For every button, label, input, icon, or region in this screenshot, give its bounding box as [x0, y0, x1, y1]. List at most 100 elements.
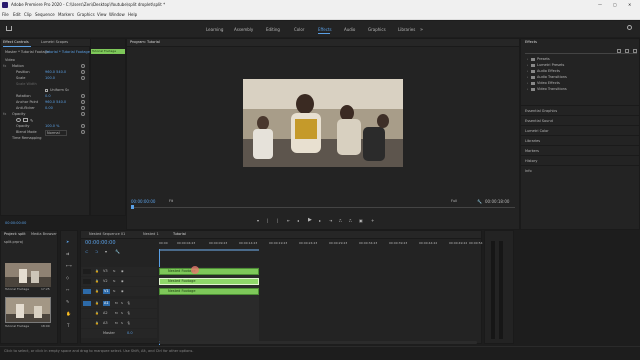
reset-icon[interactable]: [81, 76, 85, 80]
solo-button[interactable]: S: [121, 301, 123, 306]
fx-value[interactable]: 100.0: [45, 76, 55, 81]
mini-clip-bar[interactable]: Tutorial Footage: [91, 49, 125, 54]
track-header-a2[interactable]: 🔒 A2 M S 🎙: [81, 309, 157, 318]
track-header-master[interactable]: Master 0.0: [81, 329, 157, 338]
fx-value[interactable]: 100.0 %: [45, 124, 59, 129]
effect-controls-timecode[interactable]: 00:00:00:00: [5, 221, 26, 226]
tab-lumetri-scopes[interactable]: Lumetri Scopes: [41, 40, 68, 45]
source-patch-v1[interactable]: [83, 289, 91, 294]
workspace-editing[interactable]: Editing: [266, 27, 280, 32]
program-scrub-bar[interactable]: [131, 207, 515, 208]
timeline-ruler[interactable]: 00:00 00:00:04:23 00:00:09:23 00:00:14:2…: [159, 241, 482, 255]
rectangle-mask-icon[interactable]: [23, 118, 28, 122]
project-item[interactable]: [5, 263, 51, 287]
workspace-color[interactable]: Color: [294, 27, 304, 32]
track-header-v3[interactable]: 🔒 V3 ⇆ ◉: [81, 267, 157, 276]
master-clip-label[interactable]: Master * Tutorial Footage: [5, 50, 49, 55]
clip-v1[interactable]: Nested Footage: [159, 288, 259, 295]
accelerated-effects-icon[interactable]: [617, 49, 621, 53]
master-value[interactable]: 0.0: [127, 331, 133, 336]
mic-icon[interactable]: 🎙: [127, 301, 131, 306]
search-icon[interactable]: [627, 25, 632, 30]
settings-wrench-icon[interactable]: 🔧: [115, 249, 120, 254]
program-video-frame[interactable]: [243, 79, 403, 167]
ripple-edit-tool-icon[interactable]: ⟷: [66, 263, 72, 268]
workspace-assembly[interactable]: Assembly: [234, 27, 253, 32]
menu-file[interactable]: File: [2, 12, 9, 17]
section-essential-sound[interactable]: Essential Sound: [521, 115, 639, 125]
reset-icon[interactable]: [81, 94, 85, 98]
work-area-bar[interactable]: [159, 249, 259, 251]
workspace-libraries[interactable]: Libraries: [398, 27, 415, 32]
tab-tutorial[interactable]: Tutorial: [173, 232, 186, 237]
lock-icon[interactable]: 🔒: [95, 321, 99, 326]
menu-edit[interactable]: Edit: [13, 12, 21, 17]
timeline-scrollbar[interactable]: [159, 341, 477, 344]
program-timecode[interactable]: 00:00:00:00: [131, 199, 155, 204]
quality-select[interactable]: Full: [451, 199, 457, 204]
play-icon[interactable]: ▶: [308, 218, 312, 223]
tab-project[interactable]: Project: split: [4, 232, 26, 237]
menu-markers[interactable]: Markers: [58, 12, 74, 17]
hand-tool-icon[interactable]: ✋: [66, 311, 71, 316]
tab-effect-controls[interactable]: Effect Controls: [3, 40, 29, 45]
fx-value[interactable]: 0.0: [45, 94, 51, 99]
reset-icon[interactable]: [81, 130, 85, 134]
maximize-button[interactable]: ▢: [613, 2, 617, 7]
export-frame-icon[interactable]: ▣: [359, 218, 363, 223]
section-libraries[interactable]: Libraries: [521, 135, 639, 145]
go-to-in-icon[interactable]: |: [277, 218, 278, 223]
project-item[interactable]: [5, 297, 51, 323]
section-markers[interactable]: Markers: [521, 145, 639, 155]
zoom-select[interactable]: Fit: [169, 199, 173, 204]
source-patch-a1[interactable]: [83, 301, 91, 306]
eye-icon[interactable]: ◉: [121, 289, 124, 294]
workspace-effects[interactable]: Effects: [318, 27, 332, 32]
source-patch[interactable]: [83, 279, 91, 284]
menu-window[interactable]: Window: [109, 12, 125, 17]
step-back-icon[interactable]: ◂: [297, 218, 299, 223]
mute-button[interactable]: M: [115, 321, 118, 326]
lift-icon[interactable]: ⎍: [339, 218, 342, 223]
track-header-a3[interactable]: 🔒 A3 M S 🎙: [81, 319, 157, 328]
clip-v3[interactable]: Nested Footage: [159, 268, 259, 275]
sequence-clip-label[interactable]: Tutorial * Tutorial Footage: [45, 50, 90, 55]
lock-icon[interactable]: 🔒: [95, 289, 99, 294]
type-tool-icon[interactable]: T: [67, 323, 69, 328]
mic-icon[interactable]: 🎙: [127, 311, 131, 316]
mute-button[interactable]: M: [115, 311, 118, 316]
menu-view[interactable]: View: [97, 12, 107, 17]
program-playhead[interactable]: [131, 205, 134, 209]
workspace-graphics[interactable]: Graphics: [368, 27, 386, 32]
tab-nested-1[interactable]: Nested 1: [143, 232, 159, 237]
menu-graphics[interactable]: Graphics: [77, 12, 95, 17]
reset-icon[interactable]: [81, 100, 85, 104]
pen-mask-icon[interactable]: ✎: [30, 118, 33, 123]
32bit-effects-icon[interactable]: [625, 49, 629, 53]
mute-button[interactable]: M: [115, 301, 118, 306]
tab-program[interactable]: Program: Tutorial: [130, 40, 160, 45]
sync-icon[interactable]: ⇆: [113, 279, 116, 284]
linked-selection-icon[interactable]: ⊃: [95, 249, 98, 254]
slip-tool-icon[interactable]: ⇿: [66, 287, 69, 292]
minimize-button[interactable]: —: [598, 2, 602, 7]
menu-sequence[interactable]: Sequence: [35, 12, 55, 17]
reset-icon[interactable]: [81, 124, 85, 128]
menu-clip[interactable]: Clip: [24, 12, 32, 17]
lock-icon[interactable]: 🔒: [95, 301, 99, 306]
pen-tool-icon[interactable]: ✎: [66, 299, 69, 304]
workspace-more-icon[interactable]: »: [420, 27, 423, 33]
tab-nested-sequence[interactable]: Nested Sequence 01: [89, 232, 125, 237]
workspace-learning[interactable]: Learning: [206, 27, 223, 32]
fx-value[interactable]: 0.00: [45, 106, 53, 111]
fx-value[interactable]: 960.0 540.0: [45, 70, 66, 75]
solo-button[interactable]: S: [121, 311, 123, 316]
sync-icon[interactable]: ⇆: [113, 289, 116, 294]
track-select-tool-icon[interactable]: ⇉: [66, 251, 69, 256]
lock-icon[interactable]: 🔒: [95, 311, 99, 316]
reset-icon[interactable]: [81, 106, 85, 110]
workspace-audio[interactable]: Audio: [344, 27, 355, 32]
track-header-v1[interactable]: 🔒 V1 ⇆ ◉: [81, 287, 157, 296]
track-header-a1[interactable]: 🔒 A1 M S 🎙: [81, 299, 157, 308]
section-essential-graphics[interactable]: Essential Graphics: [521, 105, 639, 115]
